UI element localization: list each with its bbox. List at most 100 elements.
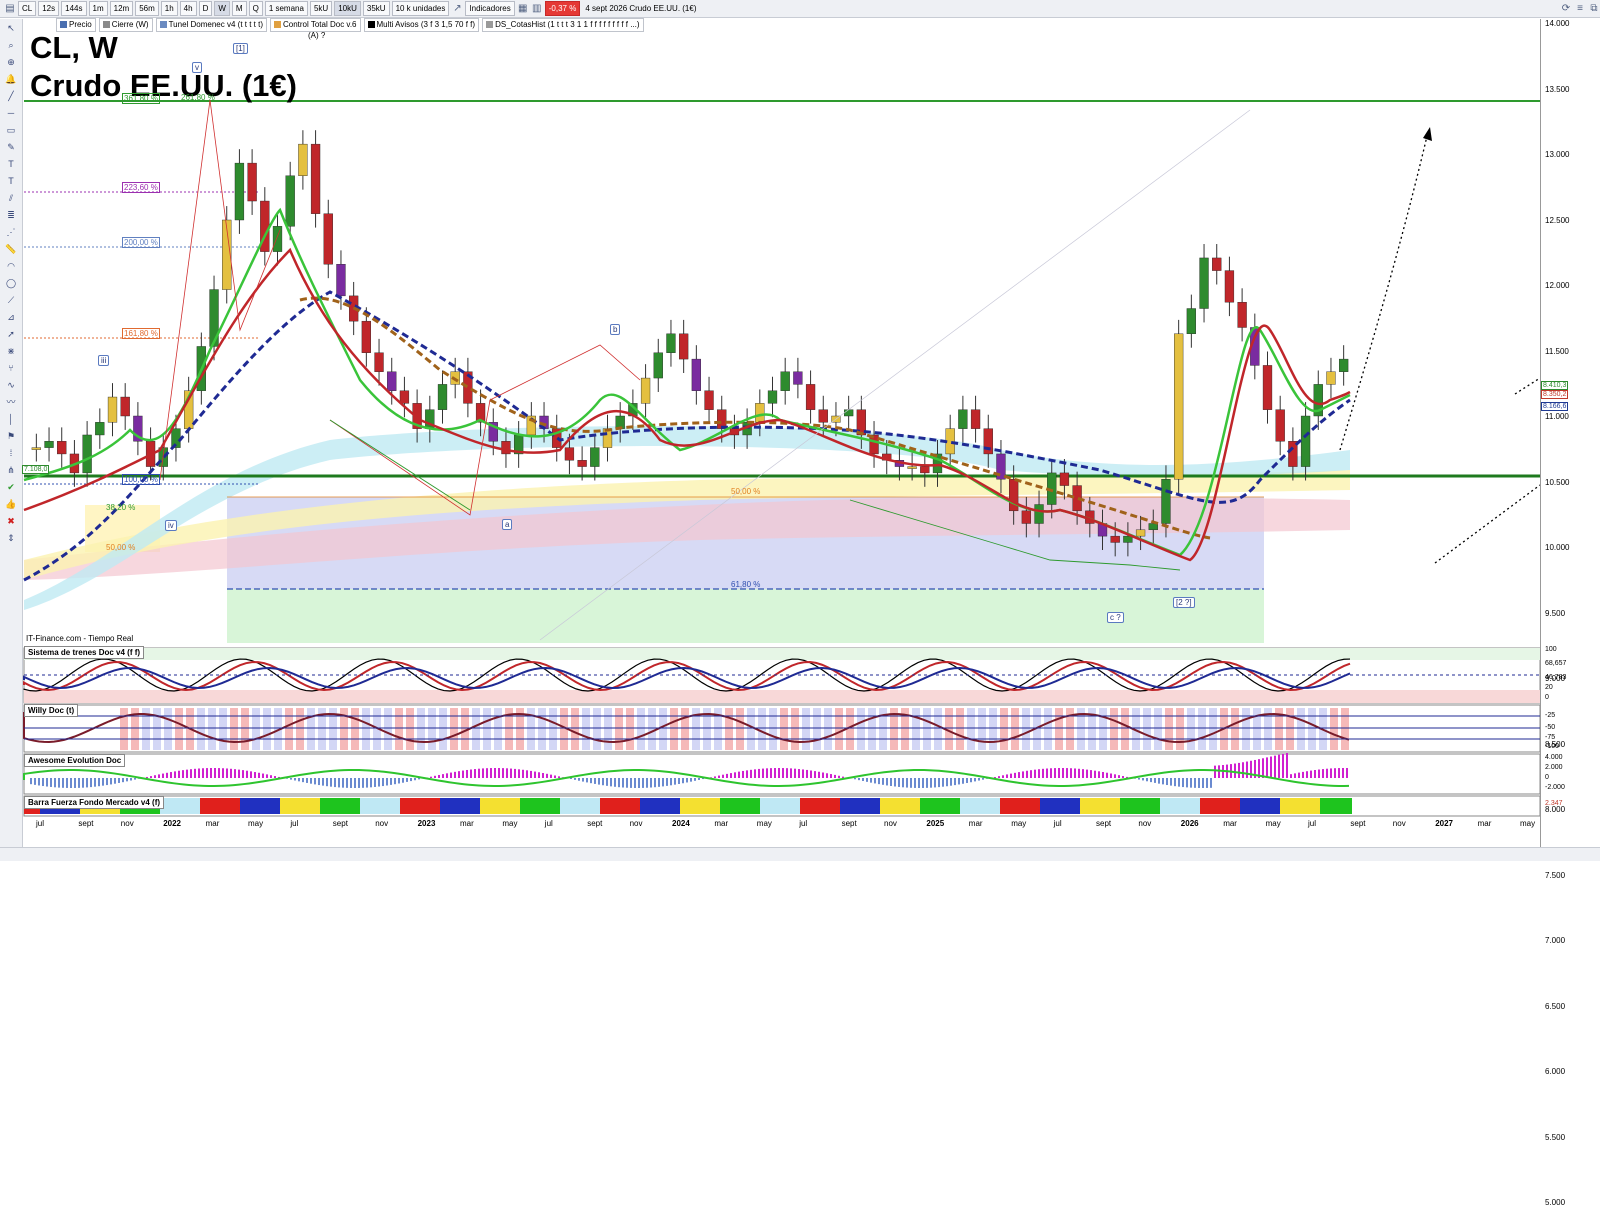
- awesome-bar: [298, 778, 300, 781]
- awesome-bar: [1090, 770, 1092, 778]
- panel-header-awesome[interactable]: Awesome Evolution Doc: [24, 754, 125, 767]
- willy-bar: [1099, 708, 1107, 750]
- price-tick: 10.000: [1545, 543, 1569, 552]
- awesome-bar: [182, 770, 184, 778]
- awesome-bar: [1122, 776, 1124, 778]
- wave-label-2: [2 ?]: [1173, 597, 1195, 608]
- awesome-bar: [774, 768, 776, 778]
- panel-header-willy[interactable]: Willy Doc (t): [24, 704, 78, 717]
- willy-bar: [1231, 708, 1239, 750]
- awesome-axis-m2000: -2.000: [1545, 784, 1565, 791]
- awesome-bar: [818, 772, 820, 778]
- barra-block: [1104, 798, 1112, 814]
- panel-header-trenes[interactable]: Sistema de trenes Doc v4 (f f): [24, 646, 144, 659]
- barra-block: [928, 798, 936, 814]
- willy-bar: [252, 708, 260, 750]
- awesome-bar: [910, 778, 912, 788]
- barra-block: [752, 798, 760, 814]
- awesome-bar: [546, 774, 548, 778]
- awesome-bar: [810, 770, 812, 778]
- awesome-bar: [106, 778, 108, 785]
- chart-subtitle: Crudo EE.UU. (1€): [30, 68, 297, 104]
- price-chart[interactable]: [0, 0, 1600, 860]
- awesome-bar: [114, 778, 116, 784]
- awesome-bar: [482, 768, 484, 778]
- candle: [1022, 511, 1031, 524]
- awesome-bar: [1186, 778, 1188, 787]
- barra-block: [368, 798, 376, 814]
- candle: [819, 410, 828, 423]
- willy-bar: [1165, 708, 1173, 750]
- candle: [908, 467, 917, 469]
- awesome-bar: [802, 769, 804, 778]
- price-axis[interactable]: [1540, 19, 1600, 847]
- wave-label-v: v: [192, 62, 202, 73]
- candle: [502, 441, 511, 454]
- barra-block: [384, 798, 392, 814]
- barra-block: [1288, 798, 1296, 814]
- awesome-bar: [1018, 772, 1020, 778]
- candle: [781, 372, 790, 391]
- barra-block: [1128, 798, 1136, 814]
- awesome-bar: [890, 778, 892, 786]
- awesome-bar: [438, 775, 440, 778]
- barra-block: [536, 798, 544, 814]
- barra-block: [1016, 798, 1024, 814]
- candle: [400, 391, 409, 404]
- awesome-bar: [738, 772, 740, 778]
- barra-block: [696, 798, 704, 814]
- awesome-bar: [950, 778, 952, 786]
- candle: [679, 334, 688, 359]
- time-tick: may: [757, 819, 772, 828]
- barra-block: [920, 798, 928, 814]
- barra-block: [312, 798, 320, 814]
- willy-bar: [615, 708, 623, 750]
- willy-bar: [769, 708, 777, 750]
- willy-bar: [549, 708, 557, 750]
- willy-bar: [813, 708, 821, 750]
- barra-block: [1304, 798, 1312, 814]
- awesome-bar: [770, 768, 772, 778]
- barra-block: [1184, 798, 1192, 814]
- fib-label-50-left: 50,00 %: [105, 543, 136, 552]
- awesome-bar: [798, 769, 800, 778]
- wave-label-iii: iii: [98, 355, 109, 366]
- awesome-bar: [218, 768, 220, 778]
- barra-block: [1280, 798, 1288, 814]
- awesome-bar: [1062, 768, 1064, 778]
- awesome-bar: [1174, 778, 1176, 786]
- fib-label-38: 38,20 %: [105, 503, 136, 512]
- awesome-bar: [502, 768, 504, 778]
- candle: [958, 410, 967, 429]
- awesome-bar: [470, 769, 472, 778]
- time-tick: mar: [460, 819, 474, 828]
- time-tick: mar: [969, 819, 983, 828]
- panel-header-barra[interactable]: Barra Fuerza Fondo Mercado v4 (f): [24, 796, 164, 809]
- awesome-bar: [814, 771, 816, 778]
- candle: [1301, 416, 1310, 467]
- awesome-bar: [230, 769, 232, 778]
- time-tick: jul: [1054, 819, 1062, 828]
- awesome-bar: [1030, 770, 1032, 778]
- awesome-bar: [650, 778, 652, 788]
- awesome-bar: [550, 775, 552, 778]
- barra-block: [1208, 798, 1216, 814]
- barra-block: [912, 798, 920, 814]
- awesome-bar: [102, 778, 104, 786]
- awesome-bar: [826, 773, 828, 778]
- candle: [121, 397, 130, 416]
- awesome-bar: [866, 778, 868, 782]
- awesome-bar: [838, 776, 840, 778]
- barra-block: [1024, 798, 1032, 814]
- awesome-bar: [1194, 778, 1196, 788]
- awesome-bar: [686, 778, 688, 782]
- awesome-bar: [166, 773, 168, 778]
- awesome-bar: [226, 768, 228, 778]
- barra-block: [1064, 798, 1072, 814]
- awesome-bar: [1298, 773, 1300, 778]
- time-tick: mar: [206, 819, 220, 828]
- barra-block: [936, 798, 944, 814]
- elliott-wave-line: [160, 100, 280, 480]
- barra-block: [232, 798, 240, 814]
- awesome-bar: [598, 778, 600, 785]
